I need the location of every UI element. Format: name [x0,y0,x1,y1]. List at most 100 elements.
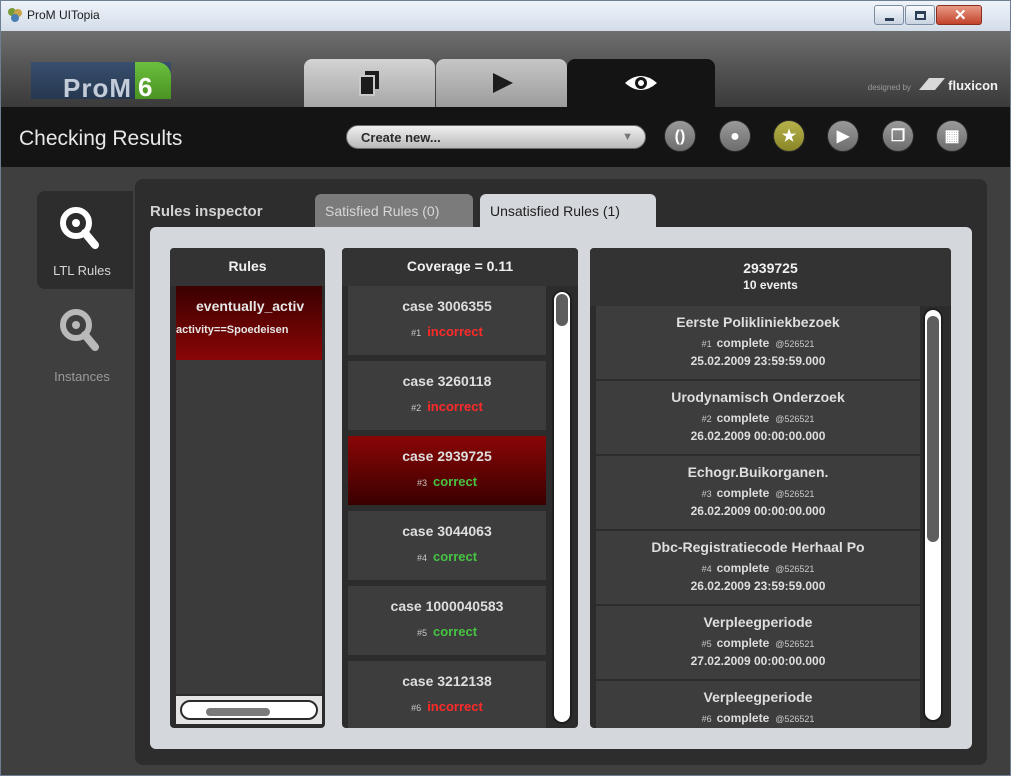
case-name: case 3044063 [402,523,492,539]
sidebar-item-instances[interactable]: Instances [37,297,133,395]
event-resource: @526521 [775,639,815,649]
event-item[interactable]: Dbc-Registratiecode Herhaal Po #4 complet… [596,531,920,605]
close-icon: ✕ [954,7,967,24]
rules-horizontal-scrollbar[interactable] [176,696,322,724]
chevron-down-icon: ▼ [622,131,633,143]
event-item[interactable]: Echogr.Buikorganen. #3 complete @526521 26… [596,456,920,530]
copy-button[interactable]: ❐ [882,120,914,152]
case-item-selected[interactable]: case 2939725 #3 correct [348,436,546,508]
sidebar-item-label: LTL Rules [53,263,111,278]
create-new-label: Create new... [361,130,441,145]
case-name: case 1000040583 [390,598,504,614]
magnifier-icon [60,207,99,249]
event-meta: #1 complete @526521 [596,336,920,350]
scroll-thumb[interactable] [206,708,270,716]
minimize-icon [885,18,894,21]
maximize-icon [915,11,926,20]
tab-satisfied-rules[interactable]: Satisfied Rules (0) [315,194,473,228]
cases-vertical-scrollbar[interactable] [552,290,572,724]
event-resource: @526521 [775,414,815,424]
run-button[interactable]: ▶ [827,120,859,152]
title-bar: ProM UITopia ✕ [1,1,1010,31]
main-area: LTL Rules Instances Rules inspector Sati… [1,167,1010,775]
close-button[interactable]: ✕ [936,5,982,25]
case-item[interactable]: case 1000040583 #5 correct [348,586,546,658]
sidebar-item-ltl-rules[interactable]: LTL Rules [37,191,133,289]
event-index: #1 [701,339,712,349]
rules-header: Rules [170,248,325,286]
event-item[interactable]: Urodynamisch Onderzoek #2 complete @526521… [596,381,920,455]
case-name: case 2939725 [402,448,492,464]
brackets-button[interactable]: () [664,120,696,152]
event-resource: @526521 [775,339,815,349]
vendor-credit: designed by fluxicon [868,78,998,93]
event-index: #2 [701,414,712,424]
event-name: Dbc-Registratiecode Herhaal Po [651,539,865,555]
tab-unsatisfied-rules[interactable]: Unsatisfied Rules (1) [480,194,656,228]
event-item[interactable]: Verpleegperiode #5 complete @526521 27.02.… [596,606,920,680]
trace-header: 2939725 [590,248,951,306]
inspector-title: Rules inspector [150,203,263,220]
play-tab-icon [492,73,513,93]
create-new-select[interactable]: Create new... ▼ [346,125,646,149]
case-meta: #5 correct [348,624,546,639]
scroll-thumb[interactable] [927,316,939,542]
case-status: incorrect [427,699,483,714]
event-meta: #4 complete @526521 [596,561,920,575]
events-vertical-scrollbar[interactable] [923,308,943,722]
event-name: Verpleegperiode [703,614,813,630]
fluxicon-logo-icon [918,78,945,90]
maximize-button[interactable] [905,5,935,25]
case-name: case 3212138 [402,673,492,689]
minimize-button[interactable] [874,5,904,25]
favorite-button[interactable]: ★ [773,120,805,152]
event-timestamp: 26.02.2009 00:00:00.000 [690,429,826,443]
case-index: #4 [416,553,427,563]
cases-panel: Coverage = 0.11 case 3006355 #1 incorrect… [342,248,578,728]
rule-item[interactable]: eventually_activ activity==Spoedeisen [176,286,322,360]
prom-logo: ProM 6 [31,62,171,103]
case-item[interactable]: case 3006355 #1 incorrect [348,286,546,358]
event-item[interactable]: Eerste Polikliniekbezoek #1 complete @5265… [596,306,920,380]
scroll-thumb[interactable] [556,294,568,326]
case-index: #6 [411,703,422,713]
rules-panel: Rules eventually_activ activity==Spoedei… [170,248,325,728]
event-timestamp: 27.02.2009 00:00:00.000 [690,654,826,668]
copy-icon: ❐ [890,128,906,145]
event-item[interactable]: Verpleegperiode #6 complete @526521 [596,681,920,728]
trace-id: 2939725 [743,260,798,276]
case-index: #3 [416,478,427,488]
header-bar: Checking Results Create new... ▼ () ● ★ … [1,107,1010,167]
case-meta: #1 incorrect [348,324,546,339]
event-count: 10 events [743,278,798,292]
event-lifecycle: complete [716,711,770,725]
app-window: ProM UITopia ✕ ProM 6 designed by fluxic… [0,0,1011,776]
case-item[interactable]: case 3044063 #4 correct [348,511,546,583]
designed-by-label: designed by [867,83,911,92]
drop-button[interactable]: ● [719,120,751,152]
event-resource: @526521 [775,489,815,499]
event-meta: #6 complete @526521 [596,711,920,725]
eye-tab-icon [625,76,657,90]
case-status: incorrect [427,399,483,414]
case-meta: #6 incorrect [348,699,546,714]
tab-workspace[interactable] [304,59,435,107]
event-timestamp: 26.02.2009 00:00:00.000 [690,504,826,518]
case-meta: #2 incorrect [348,399,546,414]
logo-version: 6 [135,62,171,102]
tab-action[interactable] [436,59,567,107]
case-item[interactable]: case 3260118 #2 incorrect [348,361,546,433]
event-name: Urodynamisch Onderzoek [671,389,845,405]
prom-app-icon [8,8,22,22]
event-meta: #3 complete @526521 [596,486,920,500]
grid-button[interactable]: ▦ [936,120,968,152]
magnifier-icon [60,309,99,351]
play-icon: ▶ [836,128,850,145]
case-meta: #4 correct [348,549,546,564]
case-item[interactable]: case 3212138 #6 incorrect [348,661,546,728]
rule-condition: activity==Spoedeisen [176,324,289,336]
case-index: #5 [416,628,427,638]
event-lifecycle: complete [716,561,770,575]
tab-view[interactable] [567,59,715,107]
event-resource: @526521 [775,714,815,724]
